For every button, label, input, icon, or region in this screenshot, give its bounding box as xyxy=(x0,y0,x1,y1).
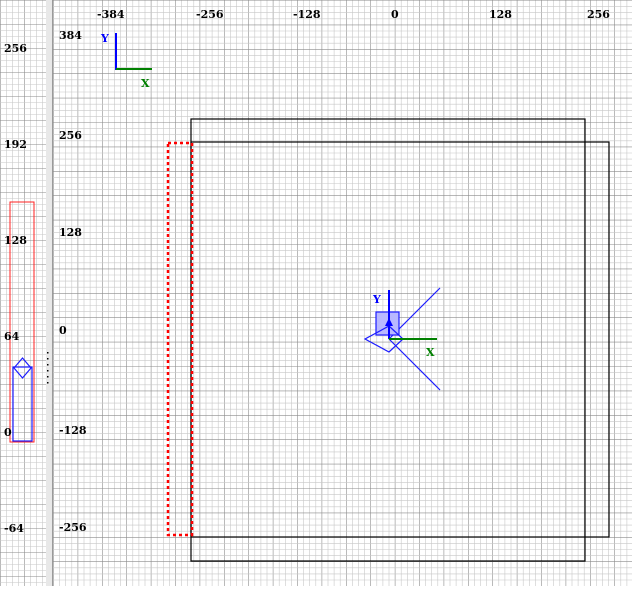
origin-axis-y-label: Y xyxy=(372,293,381,306)
top-ruler-label: 128 xyxy=(489,8,512,21)
top-ruler-label: -256 xyxy=(196,8,224,21)
side-scale-label: 256 xyxy=(4,42,27,55)
top-ruler-label: 256 xyxy=(587,8,610,21)
left-ruler-label: -128 xyxy=(59,424,87,437)
splitter-grip-icon xyxy=(47,352,49,384)
corner-axis-indicator: Y X xyxy=(100,32,152,90)
top-ruler-label: -384 xyxy=(97,8,125,21)
side-elevation-view[interactable]: 256 192 128 64 0 -64 xyxy=(0,0,47,586)
left-ruler-label: 128 xyxy=(59,226,82,239)
origin-axis-x-label: X xyxy=(426,346,435,359)
corner-axis-y-label: Y xyxy=(100,32,109,45)
top-view-grid xyxy=(53,0,632,586)
top-ruler-label: 0 xyxy=(391,8,399,21)
view-splitter[interactable] xyxy=(46,0,53,586)
side-view-canvas[interactable]: 256 192 128 64 0 -64 xyxy=(0,0,46,586)
side-scale-label: -64 xyxy=(4,522,24,535)
side-scale-label: 192 xyxy=(4,138,27,151)
top-ruler-label: -128 xyxy=(293,8,321,21)
left-ruler-label: 0 xyxy=(59,324,67,337)
corner-axis-x-label: X xyxy=(141,77,150,90)
side-entity-marker[interactable] xyxy=(12,357,33,442)
left-ruler-label: 384 xyxy=(59,29,82,42)
left-ruler-label: 256 xyxy=(59,129,82,142)
left-ruler-label: -256 xyxy=(59,521,87,534)
side-scale-label: 128 xyxy=(4,234,27,247)
side-view-grid xyxy=(0,0,46,586)
top-plan-view[interactable]: Y X Y X -384 -256 -128 0 128 256 384 256… xyxy=(53,0,632,586)
side-scale-label: 0 xyxy=(4,426,12,439)
side-scale-label: 64 xyxy=(4,330,20,343)
top-view-canvas[interactable]: Y X Y X -384 -256 -128 0 128 256 384 256… xyxy=(53,0,632,586)
